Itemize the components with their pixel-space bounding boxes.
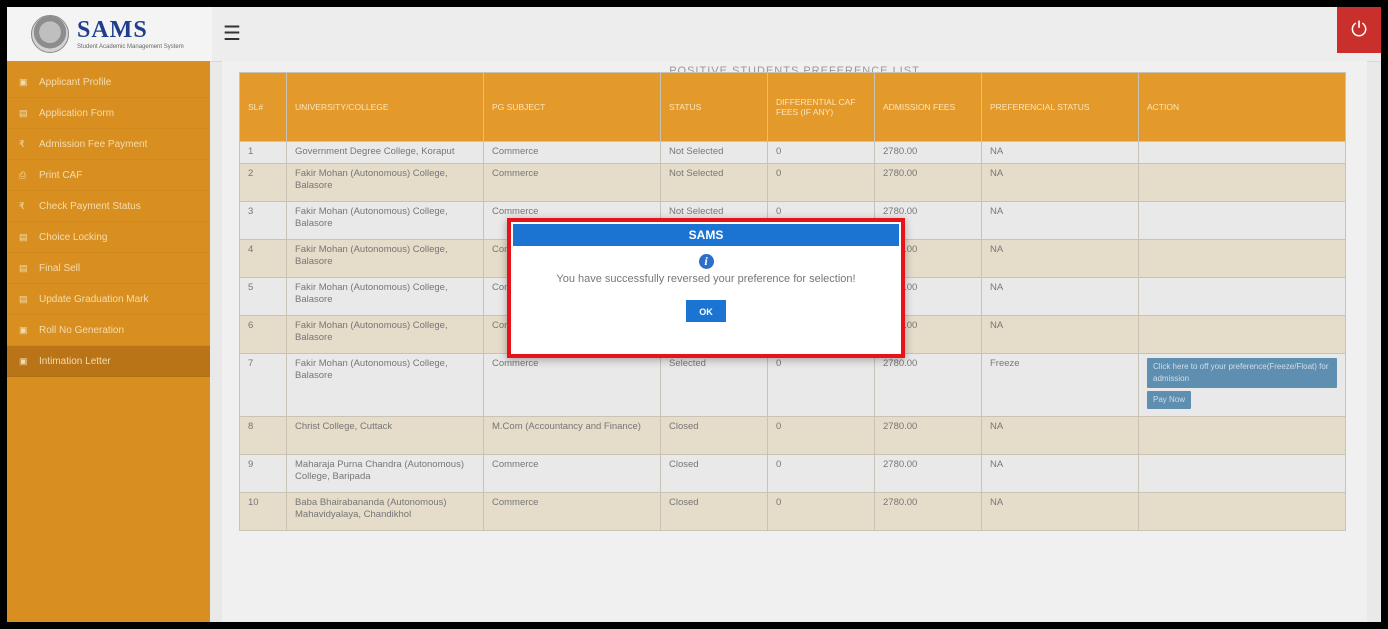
dialog-message: You have successfully reversed your pref… xyxy=(556,273,856,285)
info-icon: i xyxy=(698,254,714,269)
alert-dialog: SAMS i You have successfully reversed yo… xyxy=(507,218,905,358)
dialog-title: SAMS xyxy=(513,224,899,246)
ok-button[interactable]: OK xyxy=(686,300,726,322)
